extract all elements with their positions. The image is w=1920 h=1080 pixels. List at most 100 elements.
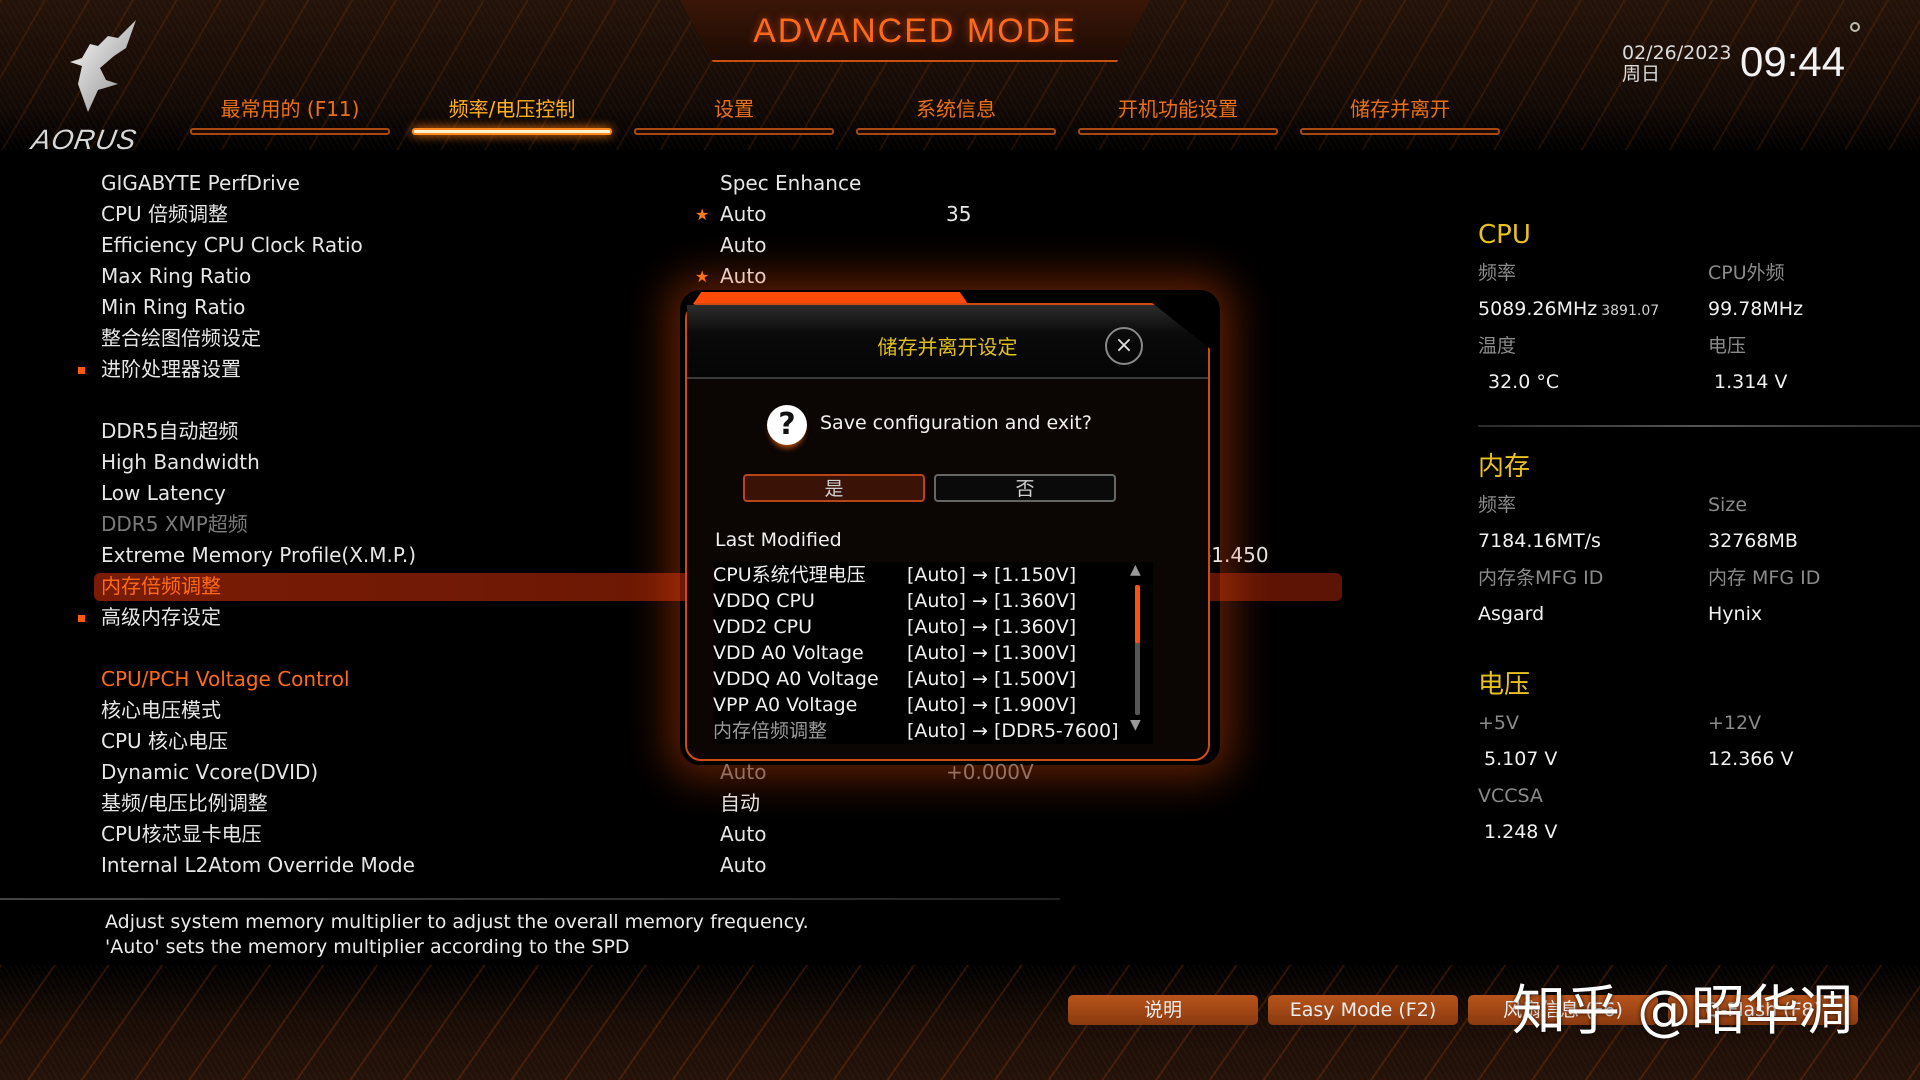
setting-label: Efficiency CPU Clock Ratio [101, 233, 363, 257]
yes-button[interactable]: 是 [743, 474, 925, 502]
date-display: 02/26/2023 周日 [1622, 43, 1732, 85]
cpu-bclk-label: CPU外频 [1708, 262, 1785, 284]
change-item: VDD2 CPU [Auto] → [1.360V] [713, 614, 1153, 640]
memory-section-title: 内存 [1478, 452, 1531, 482]
cpu-freq-sub: 3891.07 [1601, 303, 1660, 319]
setting-label: CPU核芯显卡电压 [101, 822, 262, 846]
save-exit-dialog: 储存并离开设定 × ? Save configuration and exit?… [685, 303, 1210, 761]
tab-underline [856, 128, 1056, 135]
cpu-volt-value: 1.314 V [1714, 371, 1788, 393]
tab-0[interactable]: 最常用的 (F11) [190, 94, 390, 135]
change-item: VDD A0 Voltage [Auto] → [1.300V] [713, 640, 1153, 666]
change-name: VDD2 CPU [713, 616, 813, 638]
change-item: 内存倍频调整 [Auto] → [DDR5-7600] [713, 718, 1153, 744]
setting-row[interactable]: Efficiency CPU Clock Ratio Auto [0, 230, 1350, 261]
change-value: [Auto] → [DDR5-7600] [907, 720, 1119, 742]
tab-label: 开机功能设置 [1118, 97, 1238, 121]
mem-size-value: 32768MB [1708, 530, 1798, 552]
setting-value[interactable]: Auto [720, 757, 766, 788]
cpu-freq-main: 5089.26MHz [1478, 298, 1598, 320]
v5-value: 5.107 V [1484, 748, 1558, 770]
mem-module-mfg-label: 内存条MFG ID [1478, 567, 1604, 589]
question-icon: ? [767, 405, 807, 445]
change-value: [Auto] → [1.360V] [907, 616, 1077, 638]
help-line-2: 'Auto' sets the memory multiplier accord… [105, 936, 630, 958]
setting-label: 内存倍频调整 [101, 574, 221, 598]
modified-star-icon: ★ [695, 205, 710, 224]
setting-label: DDR5 XMP超频 [101, 512, 248, 536]
tab-underline [1300, 128, 1500, 135]
setting-label: High Bandwidth [101, 450, 260, 474]
setting-row[interactable]: GIGABYTE PerfDrive Spec Enhance [0, 168, 1350, 199]
cpu-section-title: CPU [1478, 220, 1531, 250]
tab-5[interactable]: 储存并离开 [1300, 94, 1500, 135]
setting-value[interactable]: Auto [720, 199, 766, 230]
submenu-bullet-icon [78, 367, 85, 374]
setting-value[interactable]: 自动 [720, 788, 760, 819]
setting-label: 高级内存设定 [101, 605, 221, 629]
tab-3[interactable]: 系统信息 [856, 94, 1056, 135]
cpu-freq-label: 频率 [1478, 262, 1517, 284]
setting-label: 核心电压模式 [101, 698, 221, 722]
last-modified-list: CPU系统代理电压 [Auto] → [1.150V] VDDQ CPU [Auto]… [713, 562, 1153, 744]
change-name: 内存倍频调整 [713, 720, 828, 742]
help-line-1: Adjust system memory multiplier to adjus… [105, 911, 809, 933]
mem-size-label: Size [1708, 494, 1748, 516]
setting-value[interactable]: Auto [720, 261, 766, 292]
info-divider [1478, 425, 1920, 427]
clock-time: 09:44 [1740, 38, 1846, 85]
scroll-down-icon[interactable]: ▼ [1130, 717, 1141, 733]
setting-row[interactable]: Internal L2Atom Override Mode Auto [0, 850, 1350, 881]
setting-value-secondary: +0.000V [946, 760, 1034, 784]
aorus-logo: AORUS [29, 18, 160, 155]
scroll-up-icon[interactable]: ▲ [1130, 562, 1141, 578]
easy-mode-button[interactable]: Easy Mode (F2) [1268, 995, 1458, 1025]
tab-1[interactable]: 频率/电压控制 [412, 94, 612, 135]
no-button[interactable]: 否 [934, 474, 1116, 502]
voltage-section-title: 电压 [1478, 670, 1531, 700]
setting-row[interactable]: Dynamic Vcore(DVID) Auto +0.000V [0, 757, 1350, 788]
change-item: CPU系统代理电压 [Auto] → [1.150V] [713, 562, 1153, 588]
setting-label: CPU/PCH Voltage Control [101, 667, 350, 691]
setting-row[interactable]: 基频/电压比例调整 自动 [0, 788, 1350, 819]
submenu-bullet-icon [78, 615, 85, 622]
cpu-volt-label: 电压 [1708, 335, 1747, 357]
setting-row[interactable]: CPU核芯显卡电压 Auto [0, 819, 1350, 850]
help-button[interactable]: 说明 [1068, 995, 1258, 1025]
setting-value[interactable]: Auto [720, 230, 766, 261]
tab-2[interactable]: 设置 [634, 94, 834, 135]
setting-row[interactable]: ★ Max Ring Ratio Auto [0, 261, 1350, 292]
setting-label: GIGABYTE PerfDrive [101, 171, 300, 195]
last-modified-label: Last Modified [715, 529, 842, 551]
dialog-tab-accent [693, 292, 968, 304]
change-item: VDDQ A0 Voltage [Auto] → [1.500V] [713, 666, 1153, 692]
setting-label: 基频/电压比例调整 [101, 791, 268, 815]
tab-label: 最常用的 (F11) [220, 97, 360, 121]
settings-dot-icon[interactable] [1850, 22, 1860, 32]
change-value: [Auto] → [1.360V] [907, 590, 1077, 612]
tab-label: 设置 [714, 97, 754, 121]
change-name: CPU系统代理电压 [713, 564, 866, 586]
scrollbar-thumb[interactable] [1135, 585, 1140, 643]
change-value: [Auto] → [1.150V] [907, 564, 1077, 586]
help-divider [0, 898, 1060, 900]
setting-label: Low Latency [101, 481, 226, 505]
setting-value[interactable]: Auto [720, 850, 766, 881]
change-name: VPP A0 Voltage [713, 694, 858, 716]
mem-module-mfg-value: Asgard [1478, 603, 1545, 625]
tab-label: 频率/电压控制 [448, 97, 576, 121]
setting-row[interactable]: ★ CPU 倍频调整 Auto 35 [0, 199, 1350, 230]
tab-4[interactable]: 开机功能设置 [1078, 94, 1278, 135]
v12-value: 12.366 V [1708, 748, 1794, 770]
cpu-temp-value: 32.0 °C [1488, 371, 1560, 393]
logo-text: AORUS [29, 124, 140, 155]
setting-value[interactable]: Auto [720, 819, 766, 850]
setting-value[interactable]: Spec Enhance [720, 168, 861, 199]
date: 02/26/2023 [1622, 42, 1732, 64]
change-name: VDDQ CPU [713, 590, 815, 612]
mem-chip-mfg-value: Hynix [1708, 603, 1763, 625]
page-title: ADVANCED MODE [753, 12, 1077, 50]
change-value: [Auto] → [1.500V] [907, 668, 1077, 690]
close-icon[interactable]: × [1105, 327, 1143, 365]
change-name: VDD A0 Voltage [713, 642, 864, 664]
